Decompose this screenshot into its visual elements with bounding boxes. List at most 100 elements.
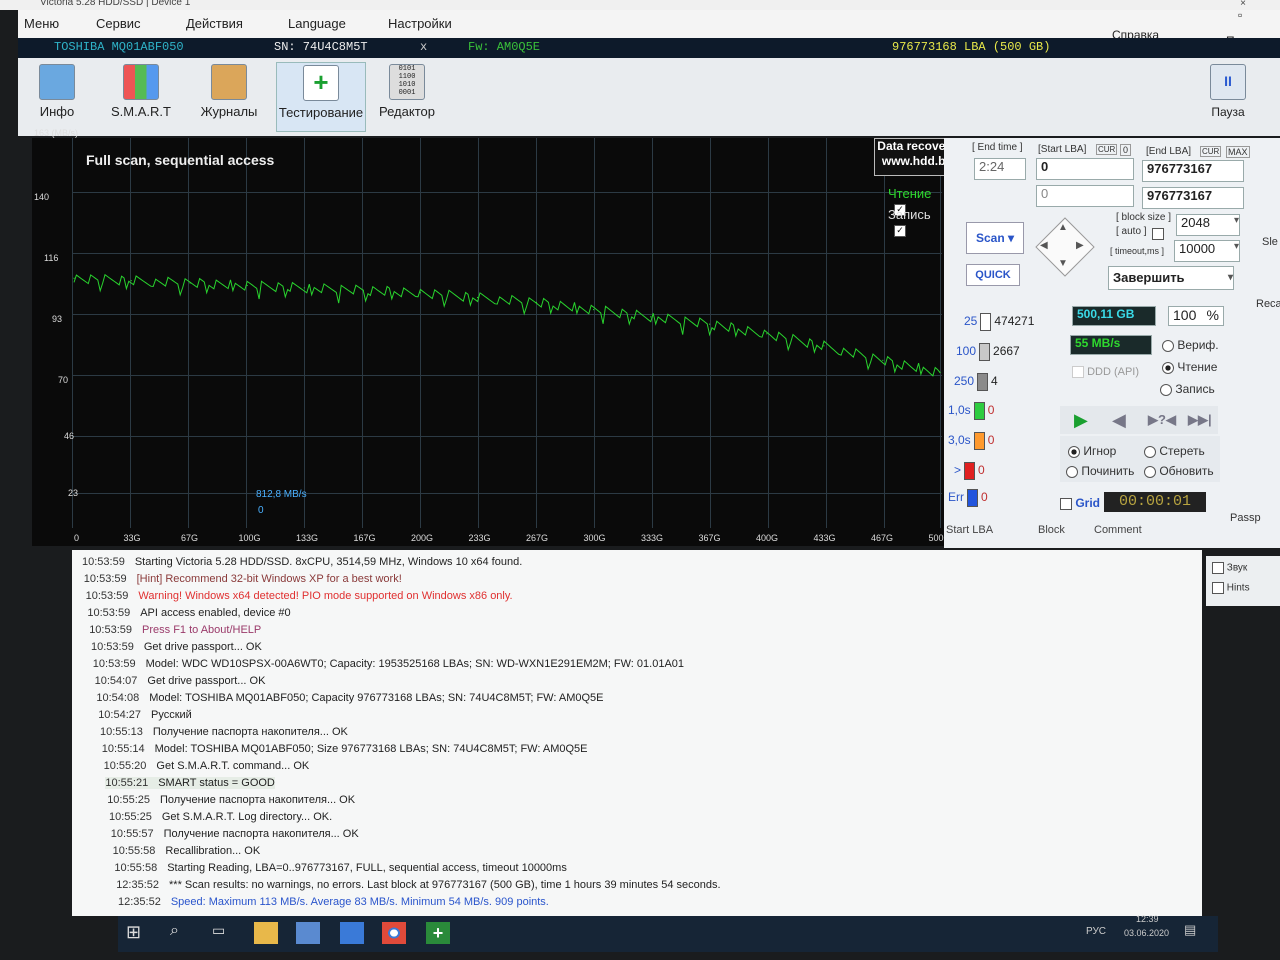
log-entry: 12:35:52 Speed: Maximum 113 MB/s. Average… <box>118 896 549 908</box>
read-speed-point <box>246 284 248 287</box>
mail-icon[interactable] <box>340 922 364 944</box>
start-lba-field[interactable]: 0 <box>1036 158 1134 180</box>
read-speed-point <box>362 289 364 291</box>
log-entry: 10:55:57 Получение паспорта накопителя...… <box>111 828 359 840</box>
info-button[interactable]: Инфо <box>18 62 96 130</box>
pause-label: Пауза <box>1211 105 1245 119</box>
maximize-button[interactable]: ▫ <box>1238 8 1242 22</box>
clock-date[interactable]: 03.06.2020 <box>1124 928 1169 938</box>
menu-item-actions[interactable]: Действия <box>186 16 243 31</box>
menu-item-language[interactable]: Language <box>288 16 346 31</box>
testing-label: Тестирование <box>278 105 364 120</box>
auto-checkbox[interactable] <box>1152 228 1164 240</box>
victoria-app-icon[interactable]: + <box>426 922 450 944</box>
arrow-down-icon[interactable]: ▼ <box>1058 258 1068 269</box>
auto-label: [ auto ] <box>1116 226 1147 237</box>
x-tick: 167G <box>353 533 376 543</box>
log-time: 10:55:21 <box>105 777 149 789</box>
action-refresh-radio[interactable]: Обновить <box>1144 464 1214 478</box>
sound-checkbox[interactable]: Звук <box>1212 562 1247 574</box>
back-icon[interactable]: ◀ <box>1112 410 1126 431</box>
x-tick: 100G <box>238 533 261 543</box>
menu-item-settings[interactable]: Настройки <box>388 16 452 31</box>
logs-button[interactable]: Журналы <box>190 62 268 130</box>
action-erase-radio[interactable]: Стереть <box>1144 444 1205 458</box>
block-size-select[interactable]: 2048 ▾ <box>1176 214 1240 236</box>
store-icon[interactable] <box>296 922 320 944</box>
stats-row-label: Err <box>948 490 964 505</box>
mode-verify-radio[interactable]: Вериф. <box>1162 338 1219 352</box>
menu-item-service[interactable]: Сервис <box>96 16 141 31</box>
start-cur-button[interactable]: CUR <box>1096 144 1118 155</box>
read-speed-point <box>823 345 825 347</box>
timeout-select[interactable]: 10000 ▾ <box>1174 240 1240 262</box>
hints-checkbox[interactable]: Hints <box>1212 582 1250 594</box>
column-block: Block <box>1038 524 1065 536</box>
x-tick: 433G <box>813 533 836 543</box>
skip-unknown-icon[interactable]: ▶?◀ <box>1148 412 1176 428</box>
notifications-icon[interactable]: ▤ <box>1184 922 1196 938</box>
window-title: Victoria 5.28 HDD/SSD | Device 1 <box>40 0 191 8</box>
end-lba-field[interactable]: 976773167 <box>1142 160 1244 182</box>
skip-end-icon[interactable]: ▶▶| <box>1188 412 1212 428</box>
device-close-button[interactable]: x <box>420 40 427 54</box>
testing-button[interactable]: + Тестирование <box>276 62 366 132</box>
log-entry: 10:53:59 [Hint] Recommend 32-bit Windows … <box>84 573 402 585</box>
scan-button[interactable]: Scan ▾ <box>966 222 1024 254</box>
log-time: 10:55:58 <box>112 845 156 857</box>
finish-action-select[interactable]: Завершить ▾ <box>1108 266 1234 290</box>
log-time: 10:53:59 <box>92 658 136 670</box>
menu-item-menu[interactable]: Меню <box>24 16 59 31</box>
start-cur-value[interactable]: 0 <box>1120 144 1132 156</box>
log-message: Get drive passport... OK <box>143 641 262 653</box>
chrome-icon[interactable] <box>382 922 406 944</box>
log-entry: 10:55:20 Get S.M.A.R.T. command... OK <box>104 760 310 772</box>
mode-read-radio[interactable]: Чтение <box>1162 360 1217 374</box>
action-ignore-radio[interactable]: Игнор <box>1068 444 1116 458</box>
smart-button[interactable]: S.M.A.R.T <box>102 62 180 130</box>
arrow-right-icon[interactable]: ▶ <box>1076 240 1084 251</box>
passport-button[interactable]: Passp <box>1230 512 1261 524</box>
direction-pad[interactable]: ▲ ▼ ◀ ▶ <box>1035 217 1095 277</box>
grid-label: Grid <box>1075 496 1101 510</box>
sound-label: Звук <box>1226 562 1248 574</box>
log-message: *** Scan results: no warnings, no errors… <box>169 879 721 891</box>
read-speed-point <box>939 371 941 374</box>
file-explorer-icon[interactable] <box>254 922 278 944</box>
event-log[interactable]: 10:53:59 Starting Victoria 5.28 HDD/SSD. … <box>72 550 1202 916</box>
mode-write-radio[interactable]: Запись <box>1160 382 1215 396</box>
end-cur-button[interactable]: CUR <box>1200 146 1222 157</box>
pause-button[interactable]: II Пауза <box>1198 62 1258 130</box>
sleep-button[interactable]: Sle <box>1262 236 1278 248</box>
windows-start-icon[interactable]: ⊞ <box>126 922 150 944</box>
menu-bar: Меню Сервис Действия Language Настройки … <box>18 8 1280 48</box>
device-model[interactable]: TOSHIBA MQ01ABF050 <box>54 40 184 54</box>
log-entry: 10:54:07 Get drive passport... OK <box>95 675 266 687</box>
keyboard-language[interactable]: РУС <box>1086 926 1106 937</box>
end-lba-current-field[interactable]: 976773167 <box>1142 187 1244 209</box>
device-firmware: Fw: AM0Q5E <box>468 40 541 54</box>
arrow-left-icon[interactable]: ◀ <box>1040 240 1048 251</box>
end-max-button[interactable]: MAX <box>1226 146 1250 158</box>
clock-time[interactable]: 12:39 <box>1136 914 1159 924</box>
pause-icon: II <box>1210 64 1246 100</box>
quick-button[interactable]: QUICK <box>966 264 1020 286</box>
column-comment: Comment <box>1094 524 1142 536</box>
editor-button[interactable]: 0101 1100 1010 0001 Редактор <box>368 62 446 130</box>
recalibrate-button[interactable]: Reca <box>1256 298 1280 310</box>
task-view-icon[interactable]: ▭ <box>212 922 236 944</box>
grid-checkbox[interactable]: Grid <box>1060 496 1100 510</box>
arrow-up-icon[interactable]: ▲ <box>1058 222 1068 233</box>
play-icon[interactable]: ▶ <box>1074 410 1088 431</box>
end-time-field[interactable]: 2:24 <box>974 158 1026 180</box>
stats-row-label: 25 <box>964 314 978 329</box>
start-lba-current-field[interactable]: 0 <box>1036 185 1134 207</box>
stats-row: 25 474271 <box>964 313 1034 331</box>
log-time: 10:53:59 <box>83 573 127 585</box>
log-entry: 10:53:59 API access enabled, device #0 <box>87 607 290 619</box>
log-entry: 10:55:58 Recallibration... OK <box>113 845 261 857</box>
mode-write-label: Запись <box>1175 382 1215 396</box>
search-icon[interactable]: ⌕ <box>170 922 194 944</box>
ddd-api-checkbox[interactable]: DDD (API) <box>1072 366 1139 379</box>
action-repair-radio[interactable]: Починить <box>1066 464 1134 478</box>
